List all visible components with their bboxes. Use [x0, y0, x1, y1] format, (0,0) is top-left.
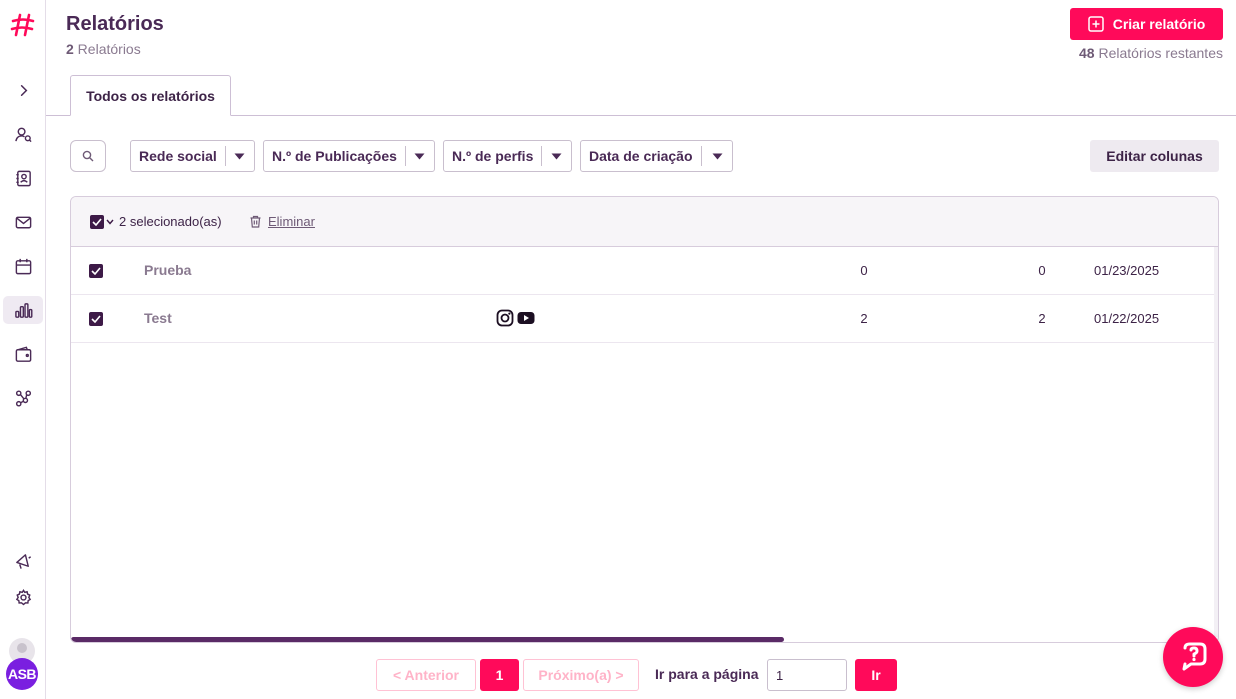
creation-date: 01/23/2025: [1094, 263, 1160, 278]
remaining-count: 48: [1079, 45, 1095, 61]
create-report-label: Criar relatório: [1112, 16, 1206, 32]
sidebar-item-integrations[interactable]: [3, 384, 43, 412]
sidebar-item-messages[interactable]: [3, 208, 43, 236]
caret-down-icon: [226, 153, 254, 160]
select-all-checkbox[interactable]: [90, 215, 114, 229]
page-1-button[interactable]: 1: [480, 659, 519, 691]
search-icon: [82, 150, 94, 162]
sidebar-item-settings[interactable]: [3, 583, 43, 611]
edit-columns-button[interactable]: Editar colunas: [1090, 140, 1219, 172]
profiles-count: 0: [1038, 263, 1046, 278]
table-row[interactable]: Test 2 2 01/22/2025: [71, 295, 1218, 343]
sidebar-item-contacts[interactable]: [3, 164, 43, 192]
go-button[interactable]: Ir: [855, 659, 897, 691]
table-toolbar: 2 selecionado(as) Eliminar: [71, 197, 1218, 247]
filter-label: N.º de Publicações: [272, 148, 397, 164]
sidebar-item-users[interactable]: [3, 120, 43, 148]
publications-count: 2: [860, 311, 868, 326]
caret-down-icon: [702, 153, 732, 160]
filter-publications[interactable]: N.º de Publicações: [263, 140, 435, 172]
help-chat-button[interactable]: [1163, 627, 1223, 687]
gear-icon: [15, 588, 31, 605]
creation-date: 01/22/2025: [1094, 311, 1160, 326]
remaining-reports: 48 Relatórios restantes: [1079, 45, 1223, 61]
horizontal-scrollbar[interactable]: [71, 637, 784, 642]
reports-table: 2 selecionado(as) Eliminar Prueba 0 0 01…: [70, 196, 1219, 643]
sidebar: ASB: [0, 0, 46, 699]
filter-creation-date[interactable]: Data de criação: [580, 140, 733, 172]
selected-count: 2 selecionado(as): [119, 214, 222, 229]
avatar[interactable]: ASB: [6, 658, 38, 690]
delete-label: Eliminar: [268, 214, 315, 229]
wallet-icon: [15, 346, 31, 362]
chevron-down-icon[interactable]: [106, 219, 114, 225]
go-to-page-label: Ir para a página: [655, 666, 759, 682]
nodes-icon: [15, 389, 31, 407]
filter-label: Data de criação: [589, 148, 693, 164]
reports-count-value: 2: [66, 41, 74, 57]
create-report-button[interactable]: Criar relatório: [1070, 8, 1223, 40]
sidebar-item-announcements[interactable]: [3, 547, 43, 575]
sidebar-item-reports[interactable]: [3, 296, 43, 324]
help-chat-icon: [1182, 642, 1207, 671]
filter-social-network[interactable]: Rede social: [130, 140, 255, 172]
search-button[interactable]: [70, 140, 106, 172]
megaphone-icon: [15, 553, 31, 569]
vertical-scrollbar-track[interactable]: [1214, 247, 1218, 637]
sidebar-item-expand[interactable]: [3, 76, 43, 104]
row-checkbox[interactable]: [89, 264, 103, 278]
chevron-right-icon: [20, 84, 27, 96]
bar-chart-icon: [14, 302, 32, 318]
filter-profiles[interactable]: N.º de perfis: [443, 140, 572, 172]
checkbox-checked-icon: [90, 215, 104, 229]
contact-book-icon: [15, 170, 31, 186]
youtube-icon: [517, 312, 535, 324]
calendar-icon: [15, 258, 31, 274]
filter-label: Rede social: [139, 148, 217, 164]
report-name[interactable]: Test: [144, 310, 172, 326]
delete-button[interactable]: Eliminar: [249, 214, 315, 229]
reports-count: 2 Relatórios: [66, 41, 141, 57]
plus-square-icon: [1087, 16, 1104, 32]
previous-page-button[interactable]: < Anterior: [376, 659, 476, 691]
filter-label: N.º de perfis: [452, 148, 534, 164]
reports-count-label: Relatórios: [73, 41, 141, 57]
next-page-button[interactable]: Próximo(a) >: [523, 659, 639, 691]
row-checkbox[interactable]: [89, 312, 103, 326]
hashtag-logo-icon[interactable]: [10, 12, 36, 38]
tab-all-reports[interactable]: Todos os relatórios: [70, 75, 231, 116]
app-root: ASB Relatórios 2 Relatórios Criar relató…: [0, 0, 1236, 699]
mail-icon: [15, 216, 31, 228]
caret-down-icon: [406, 153, 434, 160]
page-title: Relatórios: [66, 13, 164, 35]
page-number-input[interactable]: [767, 659, 847, 691]
remaining-label: Relatórios restantes: [1094, 45, 1223, 61]
sidebar-item-calendar[interactable]: [3, 252, 43, 280]
table-row[interactable]: Prueba 0 0 01/23/2025: [71, 247, 1218, 295]
sidebar-item-wallet[interactable]: [3, 340, 43, 368]
social-networks: [496, 309, 535, 327]
publications-count: 0: [860, 263, 868, 278]
report-name[interactable]: Prueba: [144, 262, 191, 278]
trash-icon: [250, 215, 261, 228]
caret-down-icon: [542, 153, 571, 160]
user-search-icon: [14, 127, 32, 142]
profiles-count: 2: [1038, 311, 1046, 326]
instagram-icon: [496, 309, 514, 327]
